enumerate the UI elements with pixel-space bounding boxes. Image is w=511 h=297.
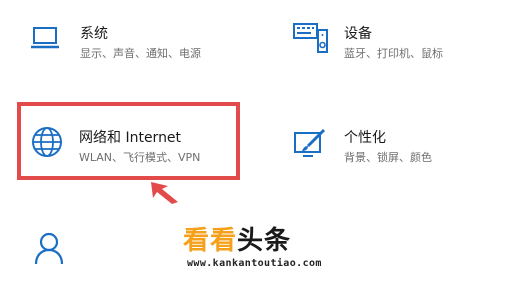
tile-desc-devices: 蓝牙、打印机、鼠标	[344, 47, 443, 60]
watermark-logo: 看看头条	[183, 226, 291, 256]
highlight-box	[17, 102, 240, 180]
tile-system[interactable]: 系统 显示、声音、通知、电源	[26, 20, 236, 70]
tile-title-personalization: 个性化	[344, 130, 386, 146]
paintbrush-screen-icon	[293, 128, 327, 162]
tile-desc-system: 显示、声音、通知、电源	[80, 47, 201, 60]
tile-title-system: 系统	[80, 26, 108, 42]
keyboard-speaker-icon	[293, 22, 329, 58]
tile-desc-personalization: 背景、锁屏、颜色	[344, 151, 432, 164]
watermark-url: www.kankantoutiao.com	[187, 258, 322, 269]
watermark-char-tou: 头	[237, 226, 265, 256]
tile-personalization[interactable]: 个性化 背景、锁屏、颜色	[287, 118, 497, 173]
watermark: 看看头条 www.kankantoutiao.com	[183, 226, 413, 276]
watermark-char-kan-2: 看	[210, 226, 238, 256]
person-icon	[34, 232, 64, 270]
watermark-char-tiao: 条	[264, 226, 292, 256]
laptop-icon	[30, 26, 60, 54]
tile-title-devices: 设备	[344, 26, 372, 42]
tile-devices[interactable]: 设备 蓝牙、打印机、鼠标	[287, 20, 497, 70]
red-arrow-icon	[148, 180, 192, 208]
watermark-char-kan-1: 看	[183, 226, 211, 256]
